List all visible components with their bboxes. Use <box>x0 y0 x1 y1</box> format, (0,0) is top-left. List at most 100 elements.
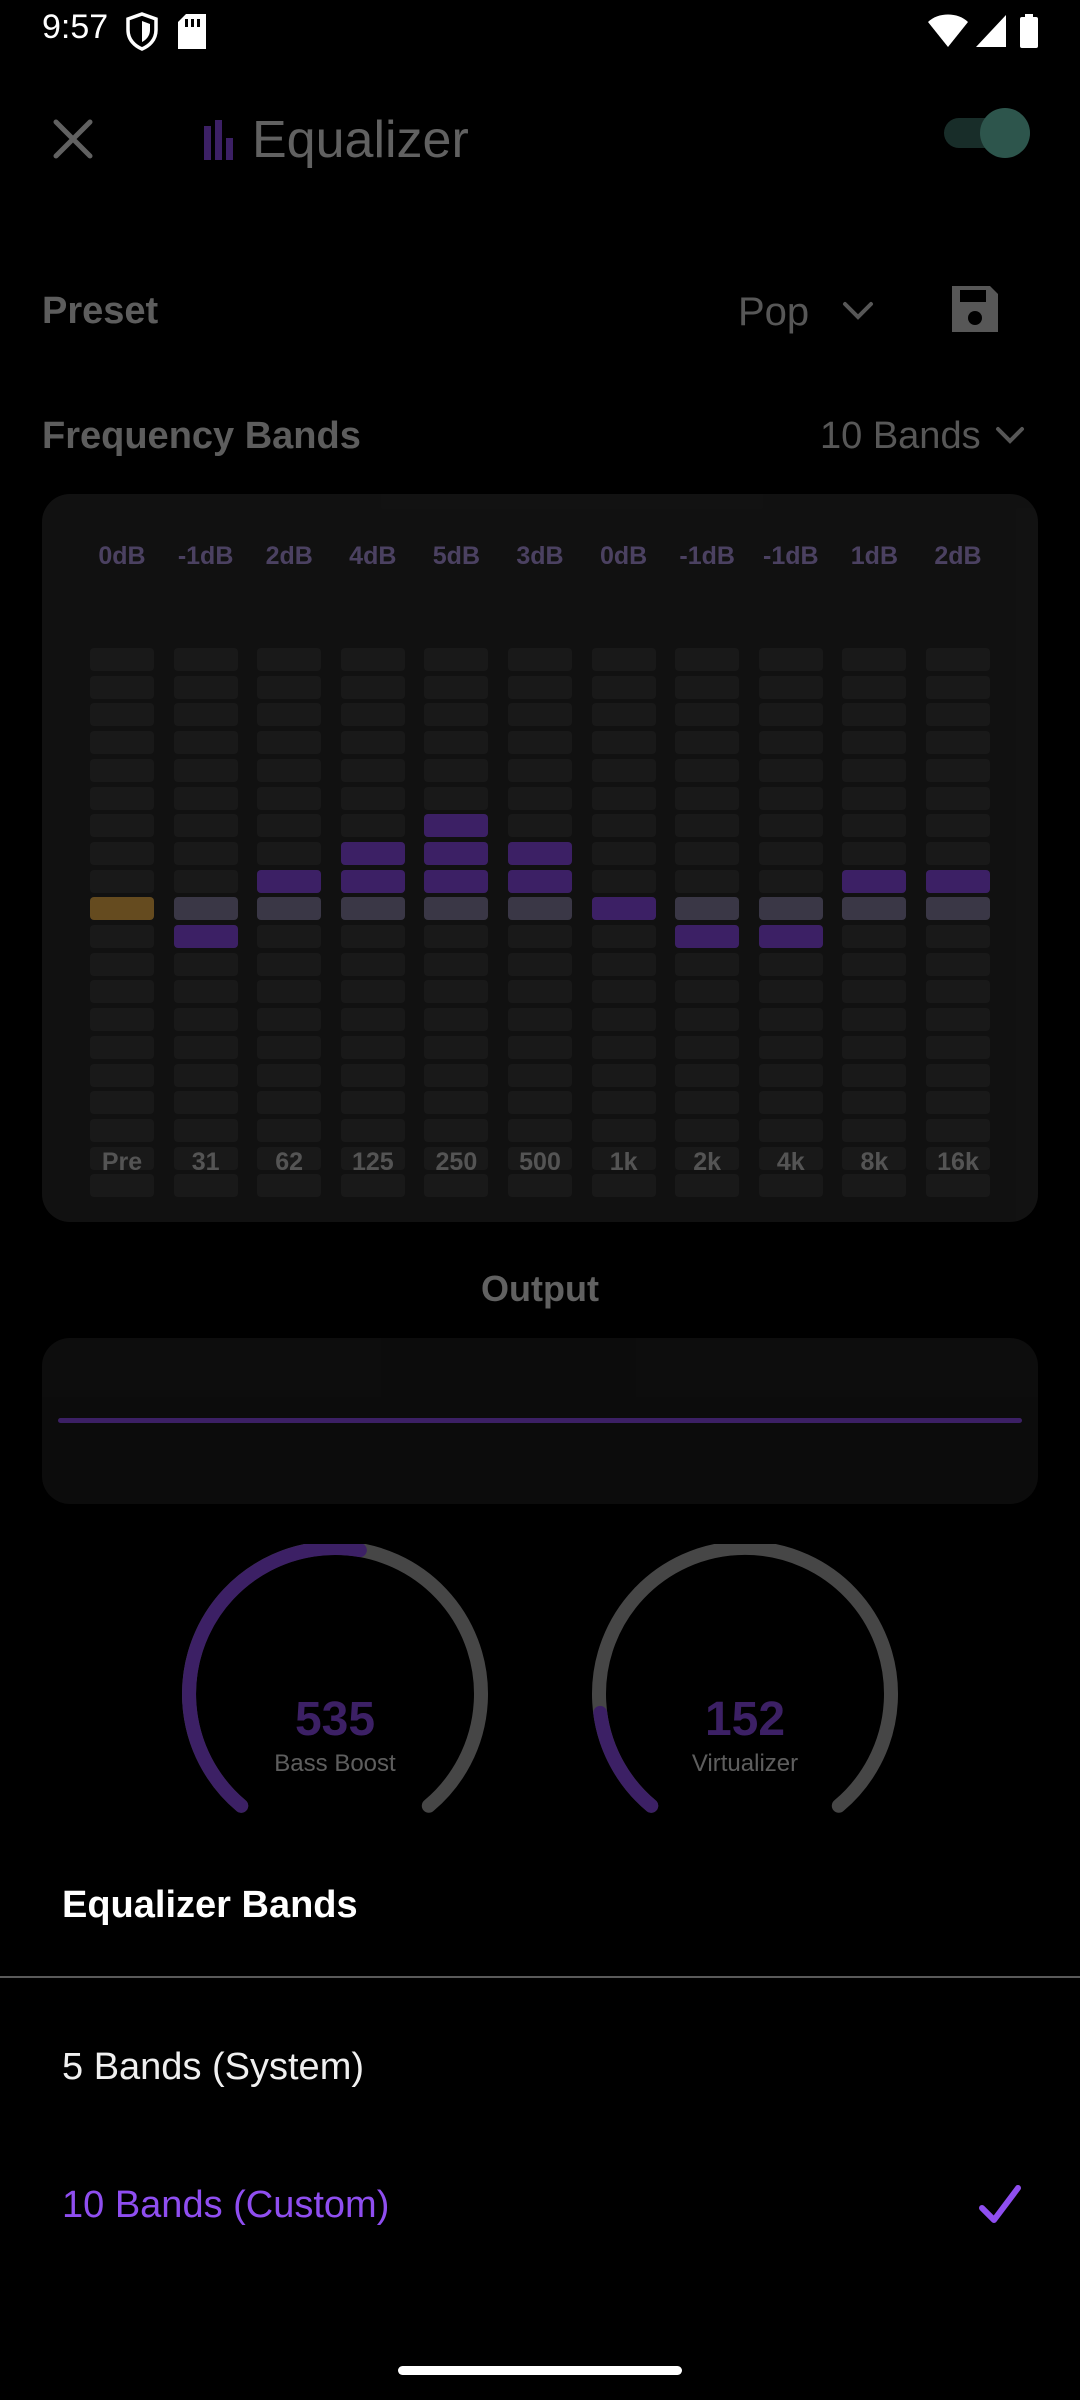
band-level-cell <box>90 675 154 699</box>
eq-band-Pre[interactable]: 0dB Pre <box>90 494 154 1222</box>
eq-band-31[interactable]: -1dB 31 <box>173 494 238 1222</box>
band-level-cell <box>257 925 322 948</box>
home-indicator[interactable] <box>398 2366 682 2375</box>
preset-dropdown[interactable]: Pop <box>738 290 809 335</box>
close-button[interactable] <box>48 114 98 164</box>
band-level-cell <box>591 1118 656 1142</box>
band-level-cell <box>758 1035 823 1059</box>
preset-label: Preset <box>42 290 159 332</box>
band-level-cell <box>424 897 489 921</box>
eq-band-62[interactable]: 2dB 62 <box>257 494 322 1222</box>
band-level-cell <box>926 980 990 1004</box>
checkmark-icon <box>979 2185 1021 2223</box>
virtualizer-knob[interactable]: 152 Virtualizer <box>575 1541 915 1844</box>
chevron-down-icon[interactable] <box>840 296 876 326</box>
band-level-cell <box>508 952 572 976</box>
band-level-cell <box>758 1174 823 1198</box>
band-level-cell <box>257 1118 322 1142</box>
band-level-cell <box>675 1174 740 1198</box>
band-level-cell <box>758 648 823 671</box>
eq-band-500[interactable]: 3dB 500 <box>508 494 572 1222</box>
eq-band-2k[interactable]: -1dB 2k <box>675 494 740 1222</box>
band-level-cell <box>842 1008 907 1032</box>
band-level-cell <box>758 1118 823 1142</box>
eq-band-8k[interactable]: 1dB 8k <box>842 494 907 1222</box>
frequency-bands-label: Frequency Bands <box>42 415 361 457</box>
band-level-cell <box>675 841 740 865</box>
equalizer-enable-toggle[interactable] <box>944 108 1030 158</box>
band-level-cell <box>90 1174 154 1198</box>
band-level-cell <box>424 1035 489 1059</box>
band-db-label: -1dB <box>177 542 234 570</box>
band-level-cell <box>424 1174 489 1198</box>
band-level-cell <box>675 1063 740 1087</box>
title: Equalizer <box>204 110 469 170</box>
band-level-cell <box>926 1008 990 1032</box>
bass-boost-knob[interactable]: 535 Bass Boost <box>165 1541 505 1844</box>
band-level-cell <box>926 648 990 671</box>
band-level-cell <box>758 1008 823 1032</box>
band-db-label: 0dB <box>98 542 146 570</box>
option-5-bands[interactable]: 5 Bands (System) <box>0 2018 1080 2118</box>
band-level-cell <box>424 703 489 727</box>
band-level-cell <box>508 648 572 671</box>
band-level-cell <box>90 648 154 671</box>
band-level-cell <box>926 814 990 838</box>
band-frequency-label: 500 <box>519 1148 561 1176</box>
eq-band-250[interactable]: 5dB 250 <box>424 494 489 1222</box>
band-level-cell <box>340 1063 405 1087</box>
band-level-cell <box>340 1118 405 1142</box>
band-level-cell <box>340 814 405 838</box>
band-level-cell <box>758 925 823 948</box>
eq-band-125[interactable]: 4dB 125 <box>340 494 405 1222</box>
band-level-cell <box>257 703 322 727</box>
band-level-cell <box>173 648 238 671</box>
band-level-cell <box>508 1118 572 1142</box>
eq-band-16k[interactable]: 2dB 16k <box>926 494 990 1222</box>
eq-band-4k[interactable]: -1dB 4k <box>758 494 823 1222</box>
chevron-down-icon[interactable] <box>994 421 1026 449</box>
band-level-cell <box>340 703 405 727</box>
band-level-cell <box>842 1174 907 1198</box>
close-icon <box>53 119 93 159</box>
band-level-cell <box>173 731 238 755</box>
band-level-cell <box>424 925 489 948</box>
save-icon[interactable] <box>948 282 1002 336</box>
band-level-cell <box>173 1174 238 1198</box>
band-level-cell <box>842 925 907 948</box>
band-level-cell <box>842 814 907 838</box>
bands-dropdown[interactable]: 10 Bands <box>820 415 981 458</box>
band-level-cell <box>758 980 823 1004</box>
band-level-cell <box>424 1091 489 1115</box>
band-level-cell <box>508 869 572 893</box>
band-level-cell <box>424 731 489 755</box>
band-db-label: 3dB <box>516 542 564 570</box>
output-label: Output <box>481 1268 599 1309</box>
band-level-cell <box>758 675 823 699</box>
band-level-cell <box>591 980 656 1004</box>
band-level-cell <box>424 648 489 671</box>
band-level-cell <box>591 1091 656 1115</box>
shield-icon <box>126 12 158 51</box>
eq-band-1k[interactable]: 0dB 1k <box>591 494 656 1222</box>
band-level-cell <box>758 1063 823 1087</box>
band-level-cell <box>758 703 823 727</box>
equalizer-bars-icon <box>204 120 233 160</box>
band-level-cell <box>90 1063 154 1087</box>
band-level-cell <box>591 925 656 948</box>
band-level-cell <box>926 1174 990 1198</box>
band-level-cell <box>257 648 322 671</box>
band-level-cell <box>675 897 740 921</box>
band-level-cell <box>591 703 656 727</box>
band-level-cell <box>90 731 154 755</box>
band-level-cell <box>926 703 990 727</box>
band-db-label: 1dB <box>850 542 898 570</box>
band-level-cell <box>257 952 322 976</box>
option-10-bands[interactable]: 10 Bands (Custom) <box>0 2156 1080 2256</box>
band-level-cell <box>842 786 907 810</box>
band-level-cell <box>90 869 154 893</box>
output-level-line <box>58 1418 1022 1423</box>
band-level-cell <box>424 786 489 810</box>
band-level-cell <box>90 786 154 810</box>
bass-boost-label: Bass Boost <box>274 1750 396 1777</box>
